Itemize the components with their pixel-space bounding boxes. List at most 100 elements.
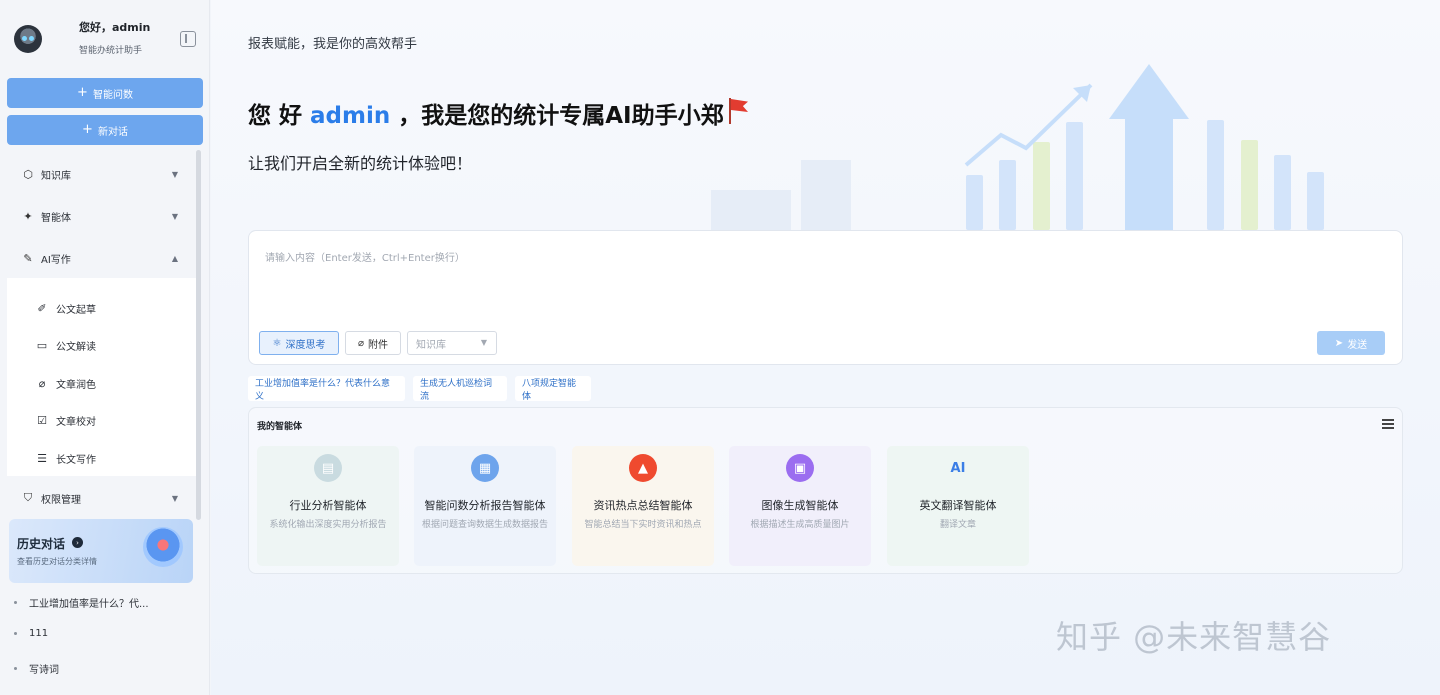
submenu-item-label: 文章校对: [56, 416, 96, 428]
avatar[interactable]: [14, 25, 42, 53]
greeting: 您好，admin: [79, 21, 151, 34]
agent-name: 智能问数分析报告智能体: [424, 499, 546, 512]
tagline: 报表赋能，我是你的高效帮手: [248, 37, 418, 52]
history-item[interactable]: 工业增加值率是什么？代...: [14, 595, 149, 610]
sidebar: 您好，admin 智能办统计助手 + 智能问数 + 新对话 ⬡ 知识库 ▼ ✦ …: [0, 0, 210, 695]
history-item[interactable]: 111: [14, 628, 48, 639]
deep-think-button[interactable]: ⚛ 深度思考: [259, 331, 339, 355]
history-item-label: 写诗词: [29, 665, 59, 676]
agent-description: 翻译文章: [939, 520, 976, 530]
sidebar-item-label: AI写作: [41, 254, 71, 266]
sub-headline: 让我们开启全新的统计体验吧！: [248, 154, 473, 173]
sidebar-item-knowledge-base[interactable]: ⬡ 知识库 ▼: [0, 156, 196, 192]
book-icon: ▭: [36, 338, 48, 352]
settings-sliders-icon[interactable]: [1382, 418, 1394, 430]
paper-plane-icon: ➤: [1334, 337, 1344, 349]
agent-name: 行业分析智能体: [289, 499, 367, 512]
submenu-item-interpret[interactable]: ▭ 公文解读: [36, 330, 96, 360]
agent-card-industry-analysis[interactable]: ▤ 行业分析智能体 系统化输出深度实用分析报告: [257, 446, 399, 566]
chart-card-icon: ▤: [314, 454, 342, 482]
attach-button[interactable]: ⌀ 附件: [345, 331, 401, 355]
chevron-down-icon: ▼: [171, 211, 178, 221]
new-chat-label: 新对话: [97, 126, 128, 138]
headline-username: admin: [310, 103, 391, 129]
submenu-item-longform[interactable]: ☰ 长文写作: [36, 443, 96, 473]
collapse-sidebar-icon[interactable]: [180, 31, 196, 47]
history-subtitle: 查看历史对话分类详情: [17, 557, 97, 566]
suggestion-chip[interactable]: 工业增加值率是什么？代表什么意义: [248, 376, 405, 402]
knowledge-base-select[interactable]: 知识库 ▼: [407, 331, 497, 355]
page-title: 您 好 admin ，我是您的统计专属AI助手小郑: [248, 96, 724, 130]
new-chat-button[interactable]: + 新对话: [7, 115, 203, 145]
knowledge-base-placeholder: 知识库: [416, 339, 446, 351]
flag-icon: [726, 98, 750, 124]
trend-arrow-icon: [964, 83, 1093, 167]
attach-label: 附件: [368, 339, 389, 351]
agent-name: 英文翻译智能体: [919, 499, 997, 512]
sidebar-item-label: 智能体: [41, 212, 71, 224]
bullet-icon: [14, 667, 17, 670]
smart-query-label: 智能问数: [92, 89, 133, 101]
arrow-right-icon: ›: [72, 537, 83, 548]
history-card[interactable]: 历史对话 › 查看历史对话分类详情: [9, 519, 193, 583]
bullet-icon: [14, 632, 17, 635]
agents-title: 我的智能体: [257, 422, 303, 432]
agent-description: 根据描述生成高质量图片: [750, 520, 850, 530]
suggestion-chip[interactable]: 生成无人机巡检词流: [413, 376, 507, 402]
send-button[interactable]: ➤ 发送: [1317, 331, 1385, 355]
submenu-item-label: 公文解读: [56, 341, 96, 353]
pen-icon: ✎: [23, 251, 33, 265]
brush-icon: ⌀: [38, 376, 46, 390]
chevron-down-icon: ▼: [171, 493, 178, 503]
image-icon: ▣: [786, 454, 814, 482]
plus-icon: +: [82, 122, 93, 137]
agent-card-data-report[interactable]: ▦ 智能问数分析报告智能体 根据问题查询数据生成数据报告: [414, 446, 556, 566]
fire-icon: ▲: [629, 454, 657, 482]
chevron-down-icon: ▼: [480, 338, 487, 347]
headline-suffix: ，我是您的统计专属AI助手小郑: [390, 103, 724, 129]
submenu-item-label: 公文起草: [56, 304, 96, 316]
sidebar-scrollbar[interactable]: [196, 150, 201, 520]
chevron-down-icon: ▼: [171, 169, 178, 179]
history-illustration-icon: [143, 527, 183, 567]
history-item-label: 111: [29, 628, 49, 639]
report-icon: ▦: [471, 454, 499, 482]
atom-icon: ⚛: [272, 337, 282, 349]
paperclip-icon: ⌀: [357, 337, 365, 349]
agent-card-news-summary[interactable]: ▲ 资讯热点总结智能体 智能总结当下实时资讯和热点: [572, 446, 714, 566]
ai-translate-icon: AI: [950, 460, 966, 476]
ai-writing-submenu: ✐ 公文起草 ▭ 公文解读 ⌀ 文章润色 ☑ 文章校对 ☰ 长文写作: [7, 278, 196, 476]
agent-description: 智能总结当下实时资讯和热点: [584, 520, 702, 530]
doc-icon: ☰: [37, 451, 47, 465]
chat-input-box: ⚛ 深度思考 ⌀ 附件 知识库 ▼ ➤ 发送: [248, 230, 1403, 365]
headline-prefix: 您 好: [248, 103, 311, 129]
shield-icon: ⛉: [23, 491, 33, 504]
chat-input[interactable]: [265, 249, 1385, 309]
suggestion-chip[interactable]: 八项规定智能体: [515, 376, 591, 402]
history-item[interactable]: 写诗词: [14, 661, 59, 676]
agent-card-english-translation[interactable]: AI 英文翻译智能体 翻译文章: [887, 446, 1029, 566]
sparkle-icon: ✦: [23, 209, 33, 223]
submenu-item-draft[interactable]: ✐ 公文起草: [36, 293, 96, 323]
sidebar-item-label: 权限管理: [41, 494, 81, 506]
submenu-item-label: 长文写作: [56, 454, 96, 466]
edit-icon: ✐: [37, 301, 47, 315]
smart-query-button[interactable]: + 智能问数: [7, 78, 203, 108]
agent-name: 图像生成智能体: [761, 499, 839, 512]
submenu-item-label: 文章润色: [56, 379, 96, 391]
background-illustration: [711, 60, 1361, 230]
sidebar-item-permissions[interactable]: ⛉ 权限管理 ▼: [0, 480, 196, 516]
submenu-item-polish[interactable]: ⌀ 文章润色: [36, 368, 96, 398]
my-agents-panel: 我的智能体 ▤ 行业分析智能体 系统化输出深度实用分析报告 ▦ 智能问数分析报告…: [248, 407, 1403, 574]
sidebar-item-agents[interactable]: ✦ 智能体 ▼: [0, 198, 196, 234]
chevron-up-icon: ▲: [171, 253, 178, 263]
history-item-label: 工业增加值率是什么？代...: [29, 599, 149, 610]
bullet-icon: [14, 601, 17, 604]
check-doc-icon: ☑: [37, 413, 47, 427]
agent-description: 根据问题查询数据生成数据报告: [421, 520, 548, 530]
sidebar-item-ai-writing[interactable]: ✎ AI写作 ▲: [0, 240, 196, 276]
agent-card-image-generation[interactable]: ▣ 图像生成智能体 根据描述生成高质量图片: [729, 446, 871, 566]
submenu-item-proofread[interactable]: ☑ 文章校对: [36, 405, 96, 435]
watermark: 知乎 @未来智慧谷: [1056, 618, 1332, 656]
cube-icon: ⬡: [23, 167, 33, 181]
